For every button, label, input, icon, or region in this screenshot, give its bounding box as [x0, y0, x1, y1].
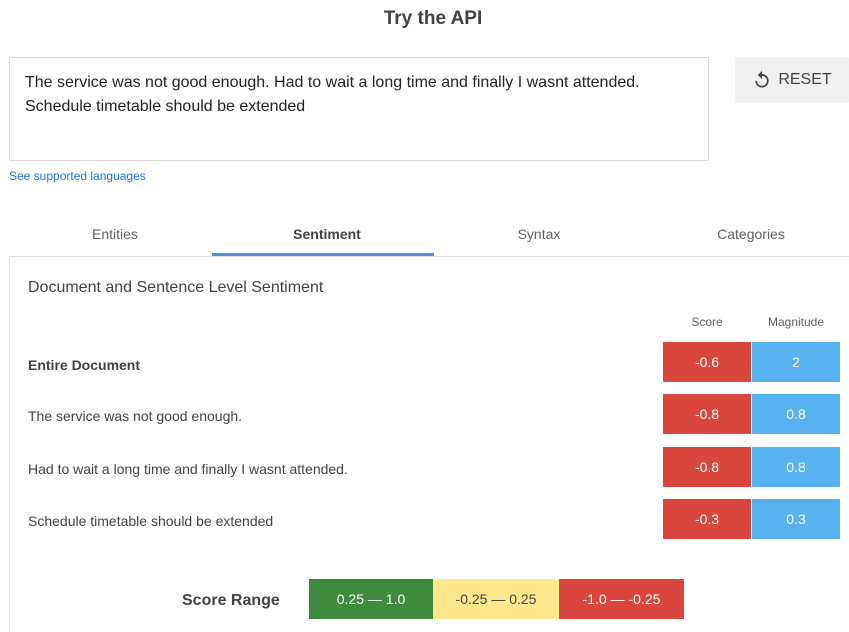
score-cell: -0.6 [663, 342, 751, 382]
page-title: Try the API [383, 8, 483, 29]
tab-entities[interactable]: Entities [9, 212, 221, 256]
score-cell: -0.3 [663, 499, 751, 539]
reset-label: RESET [778, 71, 832, 88]
tabs-divider [9, 256, 849, 257]
reset-icon [752, 70, 772, 90]
score-cell: -0.8 [663, 394, 751, 434]
tab-sentiment[interactable]: Sentiment [221, 212, 433, 256]
magnitude-cell: 2 [752, 342, 840, 382]
score-cell: -0.8 [663, 447, 751, 487]
row-label-sentence: Schedule timetable should be extended [28, 513, 274, 529]
score-range-label: Score Range [182, 592, 280, 609]
magnitude-cell: 0.3 [752, 499, 840, 539]
section-title: Document and Sentence Level Sentiment [28, 279, 324, 296]
row-label-entire-document: Entire Document [28, 357, 141, 373]
score-range-positive: 0.25 — 1.0 [309, 579, 433, 619]
supported-languages-link[interactable]: See supported languages [9, 169, 146, 183]
tab-bar: Entities Sentiment Syntax Categories [9, 212, 849, 258]
score-range-neutral: -0.25 — 0.25 [433, 579, 559, 619]
reset-button[interactable]: RESET [735, 57, 849, 103]
tab-syntax[interactable]: Syntax [433, 212, 645, 256]
row-label-sentence: The service was not good enough. [28, 408, 243, 424]
magnitude-cell: 0.8 [752, 394, 840, 434]
row-label-sentence: Had to wait a long time and finally I wa… [28, 461, 348, 477]
text-input[interactable]: The service was not good enough. Had to … [9, 57, 709, 161]
score-range-negative: -1.0 — -0.25 [559, 579, 684, 619]
tab-categories[interactable]: Categories [645, 212, 849, 256]
magnitude-cell: 0.8 [752, 447, 840, 487]
score-column-header: Score [691, 315, 723, 329]
magnitude-column-header: Magnitude [767, 315, 825, 329]
